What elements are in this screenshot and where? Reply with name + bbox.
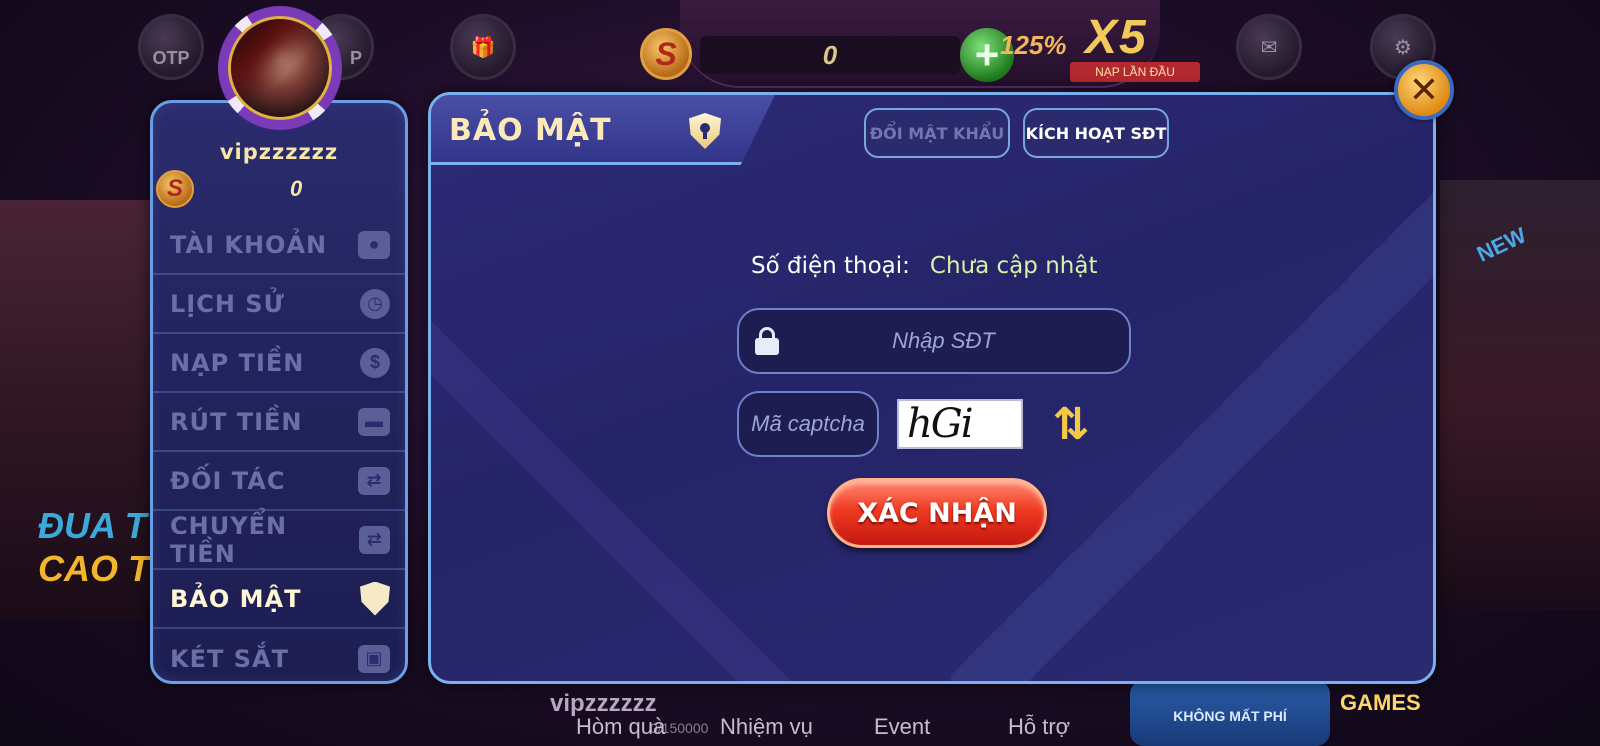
sidebar-item-security[interactable]: BẢO MẬT [150,570,408,629]
shield-icon [360,581,390,616]
games-label[interactable]: GAMES [1340,690,1421,716]
promo-caption: NẠP LẦN ĐẦU [1070,62,1200,82]
bottom-item-missions[interactable]: Nhiệm vụ [720,714,813,740]
coin-icon: S [156,170,194,208]
captcha-image: hGi [897,399,1023,449]
withdraw-ad[interactable]: KHÔNG MẤT PHÍ [1130,680,1330,746]
account-menu: TÀI KHOẢN ● LỊCH SỬ ◷ NẠP TIỀN $ RÚT TIỀ… [150,216,408,688]
coin-icon: S [640,28,692,80]
phone-status-value: Chưa cập nhật [929,253,1098,279]
close-icon[interactable]: ✕ [1394,60,1454,120]
bottom-item-gift[interactable]: Hòm quà [576,714,665,740]
sidebar-item-deposit[interactable]: NẠP TIỀN $ [150,334,408,393]
clock-icon: ◷ [360,288,390,319]
sidebar-item-label: KÉT SẮT [170,644,289,673]
top-balance: 0 [700,36,960,74]
phone-status-row: Số điện thoại: Chưa cập nhật [751,253,1097,279]
user-folder-icon: ● [358,230,390,259]
page-title: BẢO MẬT [449,113,612,148]
captcha-input[interactable] [739,411,877,437]
sidebar-item-label: TÀI KHOẢN [170,230,328,259]
phone-field[interactable] [737,308,1131,374]
refresh-captcha-icon[interactable]: ⇅ [1045,399,1097,451]
otp-button[interactable]: OTP [138,14,204,80]
sidebar-item-label: RÚT TIỀN [170,407,303,436]
phone-label: Số điện thoại: [751,253,910,279]
sidebar-item-partners[interactable]: ĐỐI TÁC ⇄ [150,452,408,511]
sidebar-item-label: LỊCH SỬ [170,289,285,318]
transfer-icon: ⇄ [358,466,390,495]
dollar-icon: $ [360,347,390,378]
vip-label: P [349,47,362,68]
card-icon: ▬ [358,407,390,436]
left-promo-text-1: ĐUA T [38,505,147,546]
withdraw-ad-subtitle: KHÔNG MẤT PHÍ [1173,708,1287,724]
bottom-item-event[interactable]: Event [874,714,930,740]
promo-percent: 125% [1000,30,1067,60]
sidebar-item-withdraw[interactable]: RÚT TIỀN ▬ [150,393,408,452]
sidebar-item-history[interactable]: LỊCH SỬ ◷ [150,275,408,334]
promo-multiplier[interactable]: X5 [1085,10,1148,65]
left-promo-text-2: CAO T [38,548,150,589]
username: vipzzzzzz [219,140,339,164]
sidebar-item-account[interactable]: TÀI KHOẢN ● [150,216,408,275]
bottom-item-support[interactable]: Hỗ trợ [1008,714,1070,740]
avatar-image [228,16,332,120]
sidebar-item-safe[interactable]: KÉT SẮT ▣ [150,629,408,688]
security-panel: BẢO MẬT ĐỔI MẬT KHẨU KÍCH HOẠT SĐT Số đi… [428,92,1436,684]
mail-icon[interactable]: ✉ [1236,14,1302,80]
tab-activate-phone[interactable]: KÍCH HOẠT SĐT [1023,108,1169,158]
sidebar-item-label: ĐỐI TÁC [170,466,286,495]
confirm-button[interactable]: XÁC NHẬN [827,478,1047,548]
otp-label: OTP [152,47,190,68]
phone-input[interactable] [757,328,1129,354]
safe-icon: ▣ [358,644,390,673]
sidebar-item-label: BẢO MẬT [170,584,302,613]
sidebar-balance: 0 [290,176,303,201]
sidebar-item-transfer[interactable]: CHUYỂN TIỀN ⇄ [150,511,408,570]
gift-icon[interactable]: 🎁 [450,14,516,80]
lock-icon [755,327,779,355]
sidebar-item-label: CHUYỂN TIỀN [170,511,288,568]
tab-change-password[interactable]: ĐỔI MẬT KHẨU [864,108,1010,158]
sidebar-item-label: NẠP TIỀN [170,348,305,377]
avatar[interactable] [218,6,342,130]
transfer-icon: ⇄ [358,525,390,554]
captcha-field[interactable] [737,391,879,457]
